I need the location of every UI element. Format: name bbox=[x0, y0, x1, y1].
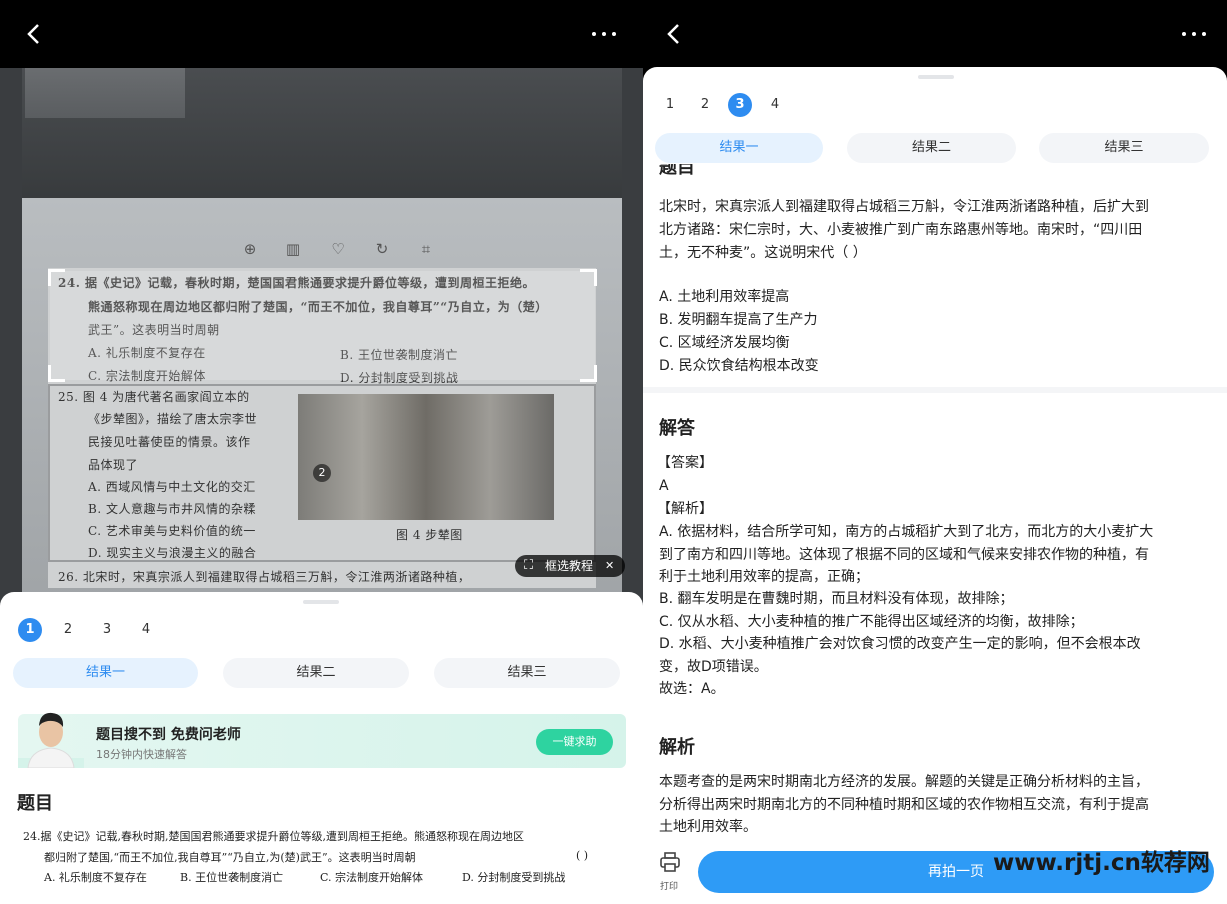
results-sheet: 1 2 3 4 结果一 结果二 结果三 题目搜不到 免费问老师 18分钟内快速解… bbox=[0, 592, 643, 904]
top-bar bbox=[0, 0, 643, 68]
tab-result-3[interactable]: 结果三 bbox=[434, 658, 620, 688]
option-d: D. 分封制度受到挑战 bbox=[462, 871, 566, 884]
option-d: D. 民众饮食结构根本改变 bbox=[659, 358, 819, 374]
question-heading: 题目 bbox=[659, 164, 695, 176]
more-button[interactable] bbox=[1174, 18, 1214, 50]
banner-title: 题目搜不到 免费问老师 bbox=[96, 727, 241, 743]
answer-line: A bbox=[659, 478, 669, 494]
option-c: C. 宗法制度开始解体 bbox=[320, 871, 424, 884]
background-person bbox=[25, 68, 185, 118]
page-4[interactable]: 4 bbox=[763, 93, 787, 117]
camera-photo: ⊕ ▥ ♡ ↻ ⌗ 24. 据《史记》记载，春秋时期，楚国国君熊通要求提升爵位等… bbox=[0, 68, 643, 608]
tutorial-chip[interactable]: ⛶ 框选教程 ✕ bbox=[515, 555, 625, 577]
right-screen: 1 2 3 4 结果一 结果二 结果三 题目 北宋时，宋真宗派人到福建取得占城稻… bbox=[643, 0, 1227, 904]
chevron-left-icon bbox=[27, 24, 39, 44]
page-2[interactable]: 2 bbox=[693, 93, 717, 117]
page-1[interactable]: 1 bbox=[18, 618, 42, 642]
answer-line: 故选：A。 bbox=[659, 681, 725, 697]
print-label: 打印 bbox=[660, 882, 679, 892]
question-line: 土，无不种麦”。这说明宋代（ ） bbox=[659, 245, 867, 261]
left-screen: ⊕ ▥ ♡ ↻ ⌗ 24. 据《史记》记载，春秋时期，楚国国君熊通要求提升爵位等… bbox=[0, 0, 643, 904]
analysis-heading: 解析 bbox=[659, 737, 695, 758]
top-bar bbox=[643, 0, 1227, 68]
option-b: B. 发明翻车提高了生产力 bbox=[659, 312, 818, 328]
tab-result-1[interactable]: 结果一 bbox=[655, 133, 823, 163]
heart-icon: ♡ bbox=[331, 240, 345, 258]
option-a: A. 土地利用效率提高 bbox=[659, 289, 790, 305]
option-c: C. 区域经济发展均衡 bbox=[659, 335, 790, 351]
answer-line: B. 翻车发明是在曹魏时期，而且材料没有体现，故排除； bbox=[659, 591, 1014, 607]
banner-subtitle: 18分钟内快速解答 bbox=[96, 748, 187, 761]
close-icon[interactable]: ✕ bbox=[605, 555, 614, 577]
sheet-handle[interactable] bbox=[918, 75, 954, 79]
answer-line: 到了南方和四川等地。这体现了根据不同的区域和气候来安排农作物的种植，有 bbox=[659, 547, 1149, 563]
sheet-handle[interactable] bbox=[303, 600, 339, 604]
answer-line: 变，故D项错误。 bbox=[659, 659, 768, 675]
question-heading: 题目 bbox=[17, 793, 53, 814]
site-watermark: www.rjtj.cn软荐网 bbox=[993, 850, 1210, 876]
answer-heading: 解答 bbox=[659, 418, 695, 439]
selection-frame[interactable] bbox=[48, 269, 597, 382]
answer-line: 【答案】 bbox=[657, 455, 713, 471]
page-4[interactable]: 4 bbox=[134, 618, 158, 642]
painting-figure bbox=[298, 394, 554, 520]
more-button[interactable] bbox=[584, 18, 624, 50]
more-icon bbox=[1182, 32, 1186, 36]
back-button[interactable] bbox=[18, 18, 50, 50]
crop-icon: ⌗ bbox=[421, 240, 431, 258]
teacher-avatar bbox=[18, 712, 84, 768]
tab-result-2[interactable]: 结果二 bbox=[223, 658, 409, 688]
answer-bracket: ( ) bbox=[576, 849, 589, 862]
back-button[interactable] bbox=[658, 18, 690, 50]
divider bbox=[643, 387, 1227, 393]
analysis-line: 土地利用效率。 bbox=[659, 819, 757, 835]
answer-line: D. 水稻、大小麦种植推广会对饮食习惯的改变产生一定的影响，但不会根本改 bbox=[659, 636, 1141, 652]
analysis-line: 分析得出两宋时期南北方的不同种植时期和区域的农作物相互交流，有利于提高 bbox=[659, 797, 1149, 813]
chevron-left-icon bbox=[667, 24, 679, 44]
tab-result-2[interactable]: 结果二 bbox=[847, 133, 1016, 163]
page-2[interactable]: 2 bbox=[56, 618, 80, 642]
trash-icon: ▥ bbox=[285, 240, 301, 258]
answer-line: 利于土地利用效率的提高，正确； bbox=[659, 569, 869, 585]
rotate-icon: ↻ bbox=[375, 240, 389, 258]
option-a: A. 礼乐制度不复存在 bbox=[44, 871, 147, 884]
page-3[interactable]: 3 bbox=[95, 618, 119, 642]
answer-line: A. 依据材料，结合所学可知，南方的占城稻扩大到了北方，而北方的大小麦扩大 bbox=[659, 524, 1154, 540]
option-b: B. 王位世袭制度消亡 bbox=[180, 871, 284, 884]
question-line: 北宋时，宋真宗派人到福建取得占城稻三万斛，令江淮两浙诸路种植，后扩大到 bbox=[659, 199, 1149, 215]
region-number-badge[interactable]: 2 bbox=[313, 464, 331, 482]
more-icon bbox=[592, 32, 596, 36]
ask-help-button[interactable]: 一键求助 bbox=[536, 729, 613, 755]
analysis-line: 本题考查的是两宋时期南北方经济的发展。解题的关键是正确分析材料的主旨， bbox=[659, 774, 1149, 790]
page-3[interactable]: 3 bbox=[728, 93, 752, 117]
results-sheet: 1 2 3 4 结果一 结果二 结果三 题目 北宋时，宋真宗派人到福建取得占城稻… bbox=[643, 67, 1227, 904]
tab-result-3[interactable]: 结果三 bbox=[1039, 133, 1209, 163]
answer-line: C. 仅从水稻、大小麦种植的推广不能得出区域经济的均衡，故排除； bbox=[659, 614, 1084, 630]
answer-line: 【解析】 bbox=[657, 501, 713, 517]
question-line: 都归附了楚国,“而王不加位,我自尊耳”“乃自立,为(楚)武王”。这表明当时周朝 bbox=[44, 851, 416, 864]
zoom-icon: ⊕ bbox=[243, 240, 257, 258]
tab-result-1[interactable]: 结果一 bbox=[13, 658, 198, 688]
page-1[interactable]: 1 bbox=[658, 93, 682, 117]
printer-icon bbox=[660, 852, 680, 872]
question-line: 北方诸路：宋仁宗时，大、小麦被推广到广南东路惠州等地。南宋时，“四川田 bbox=[659, 222, 1143, 238]
frame-icon: ⛶ bbox=[524, 558, 534, 573]
question-line: 24.据《史记》记载,春秋时期,楚国国君熊通要求提升爵位等级,遭到周桓王拒绝。熊… bbox=[23, 830, 524, 843]
